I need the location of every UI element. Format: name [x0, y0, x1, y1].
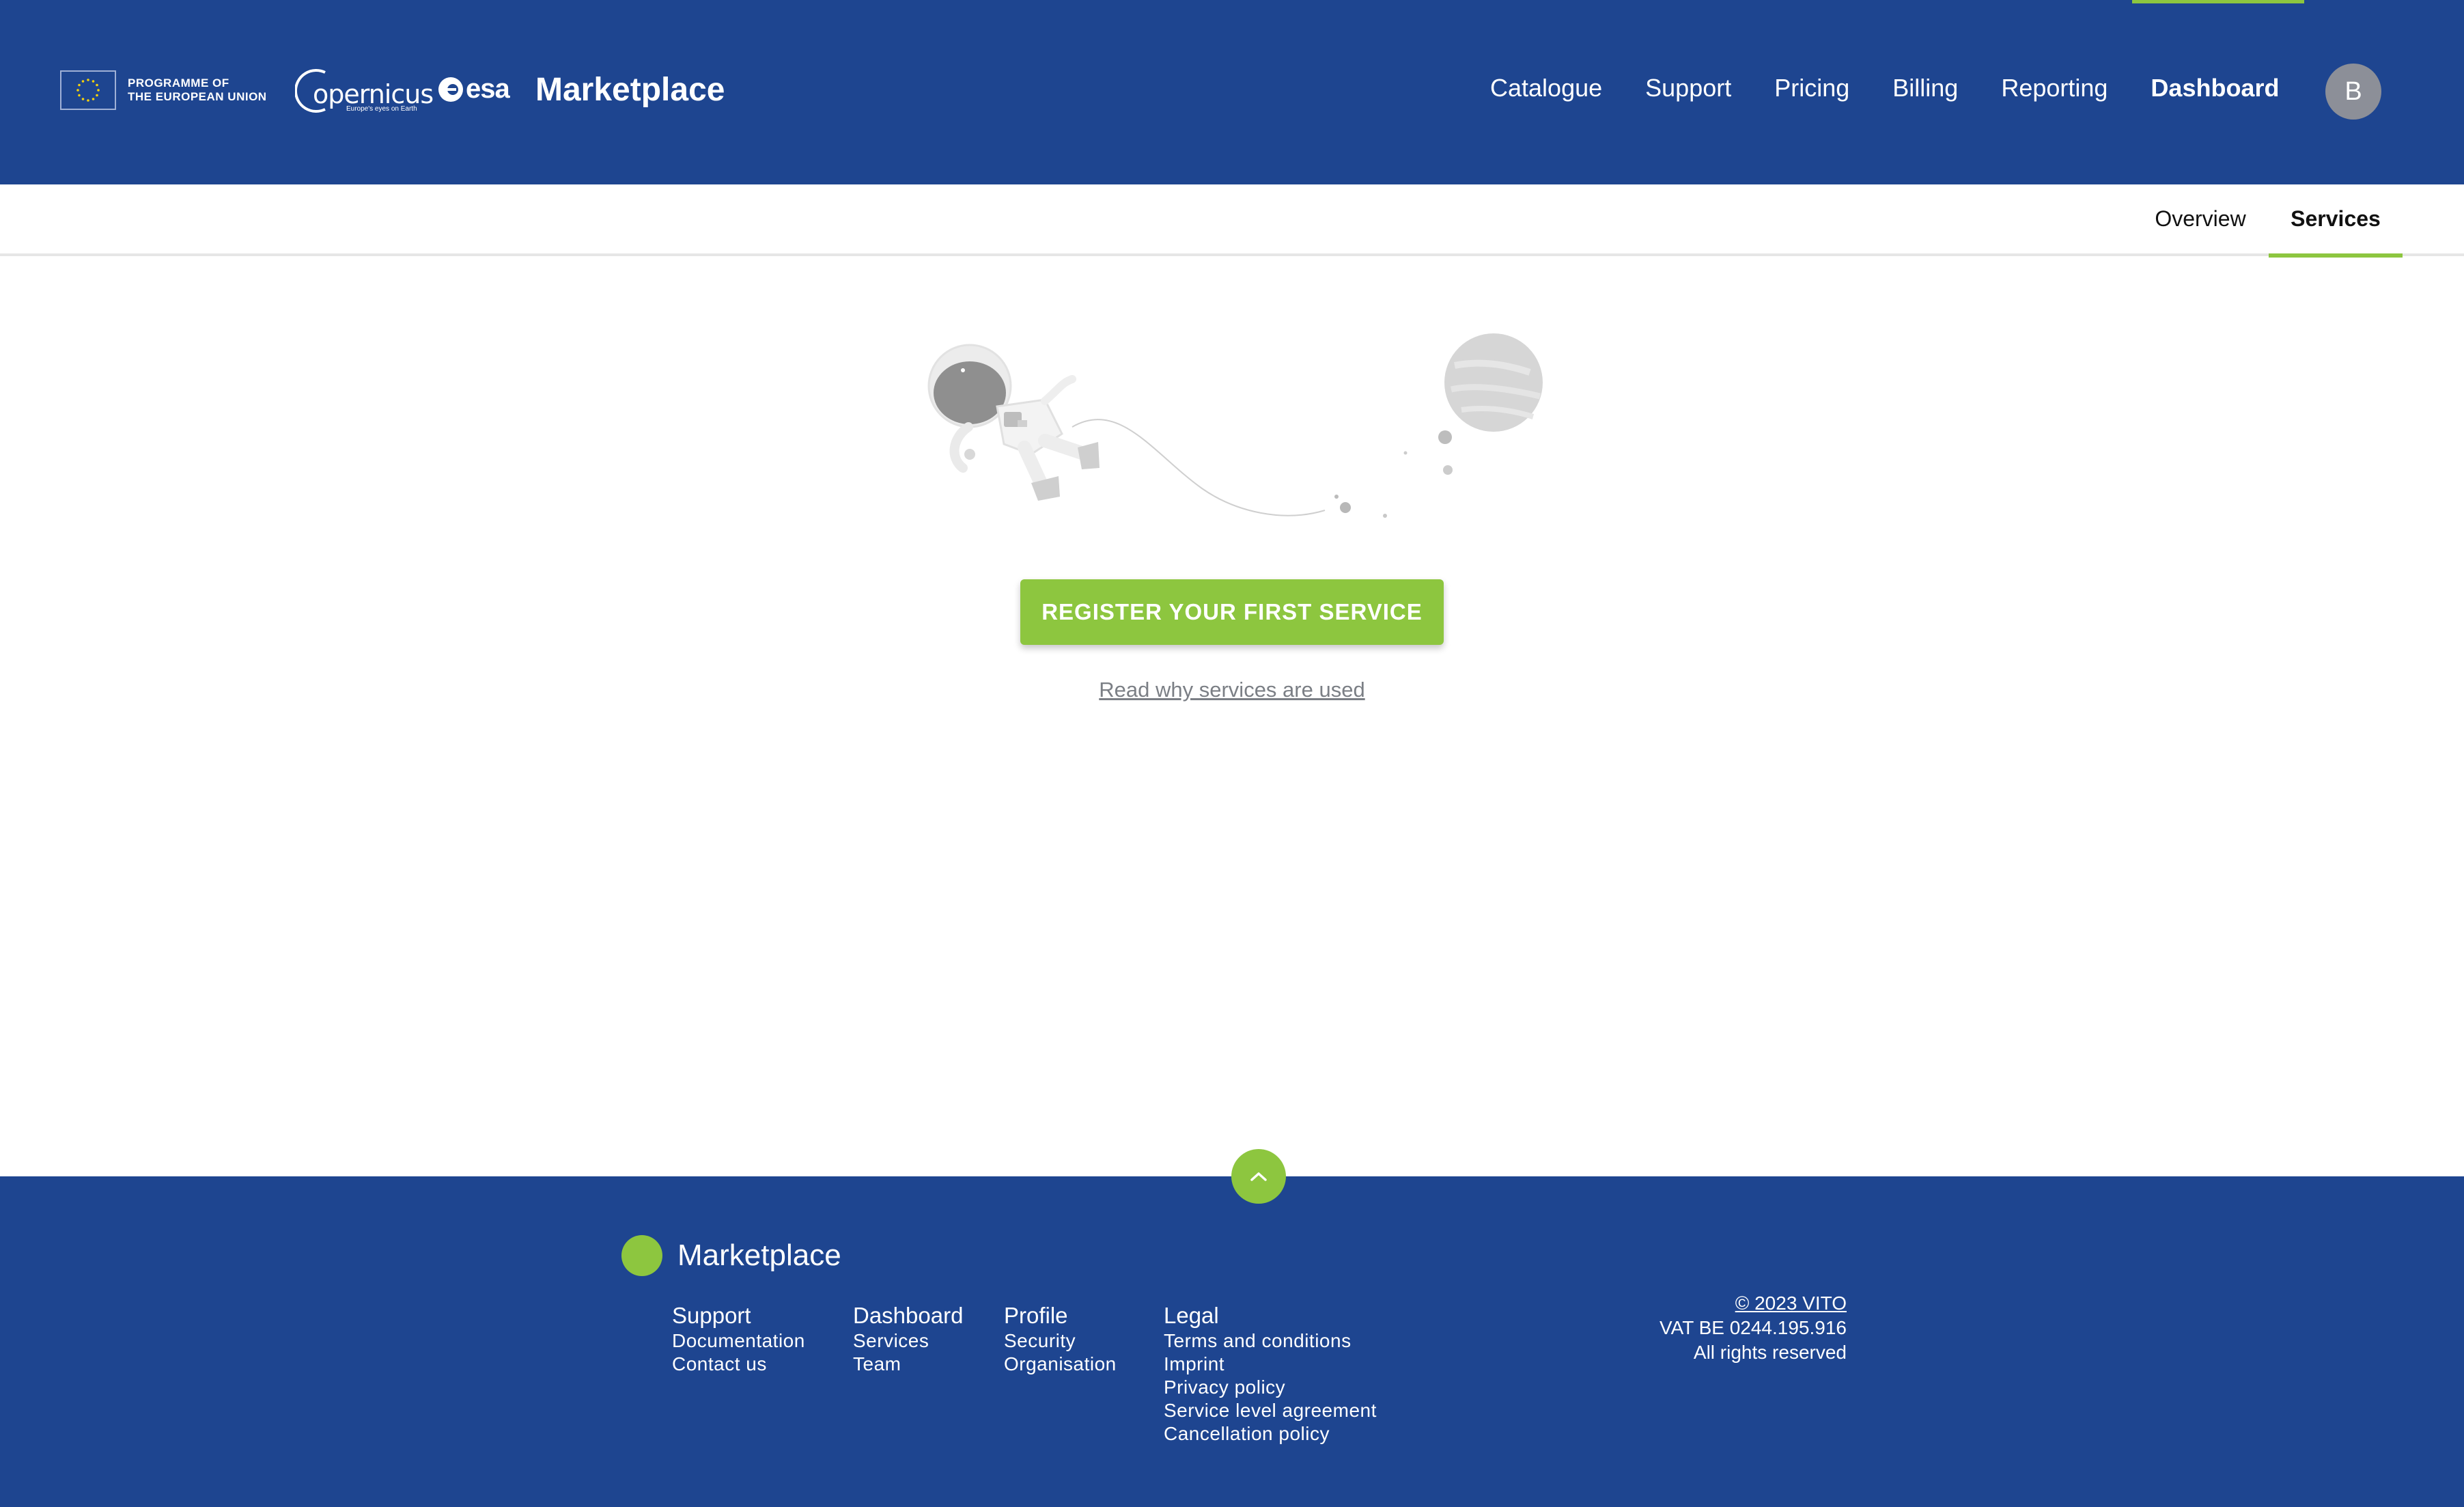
- footer-column-dashboard: Dashboard Services Team: [853, 1302, 963, 1376]
- nav-pricing[interactable]: Pricing: [1774, 74, 1849, 102]
- footer-link-documentation[interactable]: Documentation: [672, 1329, 805, 1353]
- footer-column-profile: Profile Security Organisation: [1004, 1302, 1117, 1376]
- chevron-up-icon: [1250, 1172, 1267, 1181]
- footer-link-imprint[interactable]: Imprint: [1164, 1353, 1377, 1376]
- copernicus-logo[interactable]: opernicus Europe's eyes on Earth: [295, 67, 434, 115]
- footer-brand-text: Marketplace: [677, 1239, 841, 1272]
- eu-flag-icon: [60, 70, 116, 110]
- astronaut-illustration: [927, 333, 1543, 518]
- nav-reporting[interactable]: Reporting: [2001, 74, 2108, 102]
- esa-word: esa: [466, 74, 510, 104]
- nav-dashboard[interactable]: Dashboard: [2151, 74, 2279, 102]
- footer-link-sla[interactable]: Service level agreement: [1164, 1399, 1377, 1422]
- dashboard-subnav: Overview Services: [0, 184, 2464, 258]
- nav-catalogue[interactable]: Catalogue: [1490, 74, 1602, 102]
- footer-link-team[interactable]: Team: [853, 1353, 963, 1376]
- footer-rights: All rights reserved: [1693, 1342, 1847, 1363]
- eu-programme-text: PROGRAMME OF THE EUROPEAN UNION: [128, 77, 267, 104]
- footer-link-security[interactable]: Security: [1004, 1329, 1117, 1353]
- footer-vat: VAT BE 0244.195.916: [1660, 1317, 1847, 1338]
- read-why-services-link[interactable]: Read why services are used: [1024, 678, 1440, 702]
- copernicus-tagline: Europe's eyes on Earth: [346, 105, 417, 113]
- nav-billing[interactable]: Billing: [1892, 74, 1958, 102]
- footer-heading-profile: Profile: [1004, 1303, 1068, 1328]
- brand-title[interactable]: Marketplace: [535, 71, 725, 109]
- tab-services[interactable]: Services: [2269, 184, 2403, 258]
- eu-programme-logo[interactable]: PROGRAMME OF THE EUROPEAN UNION: [60, 70, 267, 110]
- green-dot-icon: [621, 1235, 662, 1276]
- nav-support[interactable]: Support: [1645, 74, 1731, 102]
- footer-copyright-link[interactable]: © 2023 VITO: [1571, 1291, 1847, 1316]
- main-nav: Catalogue Support Pricing Billing Report…: [1490, 74, 2322, 102]
- tether-line: [1072, 419, 1326, 516]
- footer-link-services[interactable]: Services: [853, 1329, 963, 1353]
- footer-legal-info: © 2023 VITO VAT BE 0244.195.916 All righ…: [1571, 1291, 1847, 1365]
- footer-link-terms[interactable]: Terms and conditions: [1164, 1329, 1377, 1353]
- footer-heading-dashboard: Dashboard: [853, 1303, 964, 1328]
- footer-heading-legal: Legal: [1164, 1303, 1219, 1328]
- scroll-to-top-button[interactable]: [1231, 1149, 1286, 1204]
- register-first-service-button[interactable]: REGISTER YOUR FIRST SERVICE: [1020, 579, 1444, 645]
- footer-heading-support: Support: [672, 1303, 751, 1328]
- active-indicator-bar: [2132, 0, 2304, 3]
- footer-brand[interactable]: Marketplace: [621, 1235, 841, 1276]
- esa-mark-icon: [438, 77, 463, 102]
- footer-link-cancellation[interactable]: Cancellation policy: [1164, 1422, 1377, 1446]
- footer-column-support: Support Documentation Contact us: [672, 1302, 805, 1376]
- footer-link-contact-us[interactable]: Contact us: [672, 1353, 805, 1376]
- footer-link-organisation[interactable]: Organisation: [1004, 1353, 1117, 1376]
- top-header: PROGRAMME OF THE EUROPEAN UNION opernicu…: [0, 0, 2464, 184]
- eu-programme-line2: THE EUROPEAN UNION: [128, 90, 267, 103]
- footer-link-privacy[interactable]: Privacy policy: [1164, 1376, 1377, 1399]
- tab-overview[interactable]: Overview: [2144, 184, 2256, 253]
- esa-logo[interactable]: esa: [437, 74, 510, 105]
- user-avatar[interactable]: B: [2325, 64, 2381, 120]
- astronaut-visor: [934, 361, 1006, 424]
- footer-column-legal: Legal Terms and conditions Imprint Priva…: [1164, 1302, 1377, 1446]
- eu-programme-line1: PROGRAMME OF: [128, 77, 229, 89]
